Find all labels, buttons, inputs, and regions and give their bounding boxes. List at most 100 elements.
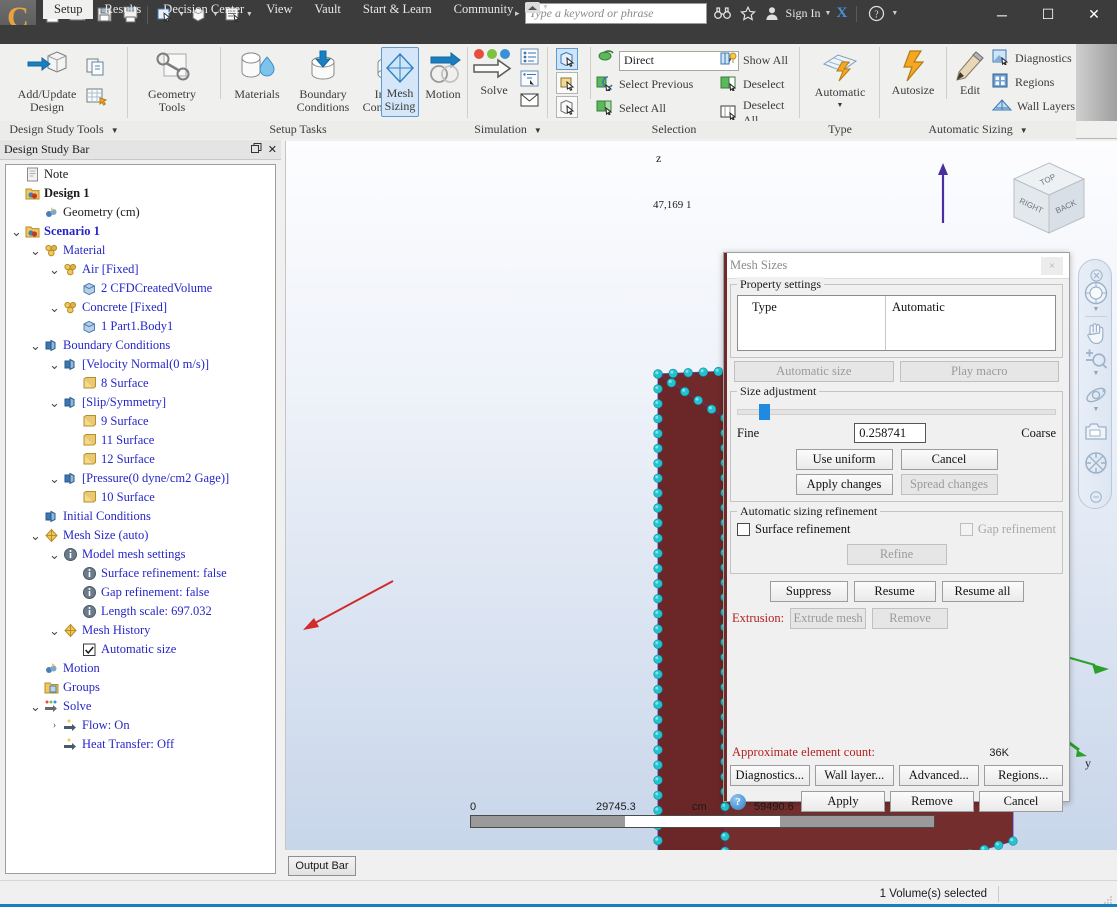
tree-item-10-surface[interactable]: 10 Surface	[6, 488, 275, 507]
boundary-conditions-button[interactable]: Boundary Conditions	[288, 50, 358, 114]
mesh-sizing-button[interactable]: Mesh Sizing	[381, 47, 419, 117]
tree-item-1-part1-body1[interactable]: 1 Part1.Body1	[6, 317, 275, 336]
tree-item-mesh-history[interactable]: ⌄ Mesh History	[6, 621, 275, 640]
type-automatic-caret[interactable]: ▼	[837, 99, 844, 112]
refine-button[interactable]: Refine	[846, 544, 947, 565]
automatic-sizing-dropdown[interactable]: ▼	[1020, 126, 1028, 135]
solve-email-icon[interactable]	[520, 92, 540, 111]
property-row-value[interactable]: Automatic	[885, 296, 1055, 350]
chevron-down-icon[interactable]: ⌄	[48, 548, 61, 561]
chevron-right-icon[interactable]: ›	[48, 720, 61, 731]
ribbon-minimize-icon[interactable]	[525, 2, 540, 13]
close-icon[interactable]: ✕	[268, 143, 277, 156]
tree-item-8-surface[interactable]: 8 Surface	[6, 374, 275, 393]
chevron-down-icon[interactable]: ⌄	[29, 529, 42, 542]
deselect-button[interactable]: Deselect	[720, 74, 784, 95]
tree-item-9-surface[interactable]: 9 Surface	[6, 412, 275, 431]
size-cancel-button[interactable]: Cancel	[900, 449, 998, 470]
surface-refinement-checkbox[interactable]	[737, 523, 750, 536]
tree-item-surface-refinement-false[interactable]: Surface refinement: false	[6, 564, 275, 583]
tree-item-12-surface[interactable]: 12 Surface	[6, 450, 275, 469]
tree-item-material[interactable]: ⌄ Material	[6, 241, 275, 260]
steering-wheel-icon[interactable]	[1083, 280, 1109, 306]
design-study-tools-dropdown[interactable]: ▼	[111, 126, 119, 135]
tree-item-groups[interactable]: Groups	[6, 678, 275, 697]
autosize-button[interactable]: Autosize	[884, 50, 942, 97]
steering-wheel-caret[interactable]: ▼	[1091, 306, 1101, 313]
zoom-magnifier-icon[interactable]	[1083, 346, 1109, 372]
suppress-button[interactable]: Suppress	[769, 581, 848, 602]
tree-item-concrete-fixed[interactable]: ⌄ Concrete [Fixed]	[6, 298, 275, 317]
mesh-sizes-dialog[interactable]: Mesh Sizes × Property settings Type Auto…	[723, 252, 1070, 812]
tree-item-geometry-cm[interactable]: Geometry (cm)	[6, 203, 275, 222]
output-bar-button[interactable]: Output Bar	[288, 856, 356, 876]
chevron-down-icon[interactable]: ⌄	[48, 624, 61, 637]
extrude-mesh-button[interactable]: Extrude mesh	[790, 608, 867, 629]
tree-item-scenario-1[interactable]: ⌄ Scenario 1	[6, 222, 275, 241]
mesh-size-value-input[interactable]: 0.258741	[854, 423, 927, 443]
help-icon[interactable]: ?	[868, 5, 885, 22]
resize-grip-icon[interactable]	[1103, 894, 1113, 904]
design-study-tree[interactable]: Note Design 1 Geometry (cm) ⌄ Scenario 1 ⌄ Mat…	[5, 164, 276, 874]
tree-item-motion[interactable]: Motion	[6, 659, 275, 678]
property-settings-table[interactable]: Type Automatic	[737, 295, 1056, 351]
tree-item-air-fixed[interactable]: ⌄ Air [Fixed]	[6, 260, 275, 279]
select-surface-icon[interactable]	[556, 72, 578, 94]
automatic-size-button[interactable]: Automatic size	[734, 361, 894, 382]
tree-item-mesh-size-auto[interactable]: ⌄ Mesh Size (auto)	[6, 526, 275, 545]
geometry-tools-button[interactable]: Geometry Tools	[136, 50, 208, 114]
undock-icon[interactable]	[250, 142, 262, 157]
tree-item-boundary-conditions[interactable]: ⌄ Boundary Conditions	[6, 336, 275, 355]
tree-item-length-scale-697-032[interactable]: Length scale: 697.032	[6, 602, 275, 621]
tree-item-design-1[interactable]: Design 1	[6, 184, 275, 203]
user-icon[interactable]	[765, 6, 779, 21]
select-edge-icon[interactable]	[556, 96, 578, 118]
resume-button[interactable]: Resume	[853, 581, 936, 602]
exchange-icon[interactable]: X	[836, 5, 847, 22]
tree-item-model-mesh-settings[interactable]: ⌄ Model mesh settings	[6, 545, 275, 564]
binoculars-icon[interactable]	[713, 6, 731, 21]
solve-monitor-icon[interactable]	[520, 70, 540, 91]
use-uniform-button[interactable]: Use uniform	[795, 449, 893, 470]
camera-icon[interactable]	[1083, 418, 1109, 444]
tab-view[interactable]: View	[255, 0, 303, 19]
remove-extrusion-button[interactable]: Remove	[872, 608, 949, 629]
tab-start-learn[interactable]: Start & Learn	[352, 0, 443, 19]
pan-hand-icon[interactable]	[1083, 320, 1109, 346]
tree-item-velocity-normal-0-m-s[interactable]: ⌄ [Velocity Normal(0 m/s)]	[6, 355, 275, 374]
sign-in-button[interactable]: Sign In	[786, 6, 821, 21]
tree-item-flow-on[interactable]: › Flow: On	[6, 716, 275, 735]
constrained-orbit-icon[interactable]	[1083, 450, 1109, 476]
edit-button[interactable]: Edit	[950, 50, 990, 97]
tab-decision-center[interactable]: Decision Center	[152, 0, 255, 19]
chevron-down-icon[interactable]: ⌄	[48, 358, 61, 371]
tree-item-automatic-size[interactable]: Automatic size	[6, 640, 275, 659]
view-cube[interactable]: TOP RIGHT BACK	[1006, 159, 1092, 245]
apply-changes-button[interactable]: Apply changes	[795, 474, 893, 495]
design-table-icon[interactable]	[86, 86, 108, 109]
help-caret[interactable]: ▼	[891, 10, 898, 17]
tab-vault[interactable]: Vault	[304, 0, 352, 19]
regions-dialog-button[interactable]: Regions...	[983, 765, 1063, 786]
regions-button[interactable]: Regions	[992, 72, 1054, 93]
size-adjustment-slider[interactable]	[737, 404, 1056, 420]
tree-item-gap-refinement-false[interactable]: Gap refinement: false	[6, 583, 275, 602]
diagnostics-button[interactable]: Diagnostics	[992, 48, 1072, 69]
chevron-down-icon[interactable]: ⌄	[29, 339, 42, 352]
resume-all-button[interactable]: Resume all	[941, 581, 1024, 602]
simulation-dropdown[interactable]: ▼	[534, 126, 542, 135]
dialog-remove-button[interactable]: Remove	[890, 791, 974, 812]
tab-setup[interactable]: Setup	[43, 0, 94, 19]
chevron-down-icon[interactable]: ⌄	[10, 225, 23, 238]
show-all-button[interactable]: Show All	[720, 50, 788, 71]
navigation-bar[interactable]: ▼ ▼ ▼	[1078, 259, 1112, 509]
chevron-down-icon[interactable]: ⌄	[29, 244, 42, 257]
diagnostics-dialog-button[interactable]: Diagnostics...	[730, 765, 810, 786]
dialog-cancel-button[interactable]: Cancel	[979, 791, 1063, 812]
wall-layers-button[interactable]: Wall Layers	[991, 96, 1075, 117]
clone-design-icon[interactable]	[86, 56, 106, 79]
play-macro-button[interactable]: Play macro	[899, 361, 1059, 382]
materials-button[interactable]: Materials	[226, 50, 288, 101]
wall-layer-button[interactable]: Wall layer...	[814, 765, 894, 786]
spread-changes-button[interactable]: Spread changes	[900, 474, 998, 495]
